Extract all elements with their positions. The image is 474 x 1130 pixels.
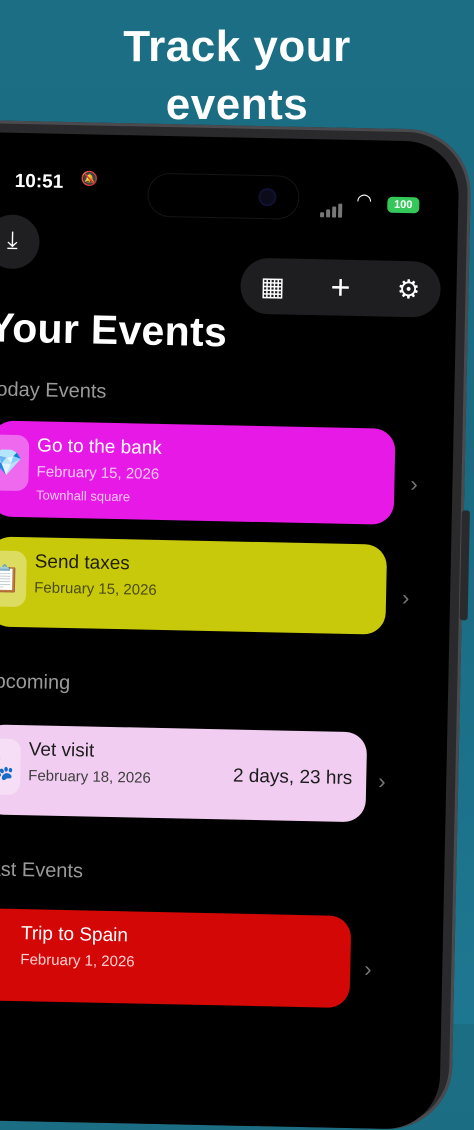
share-import-icon: ⤓ <box>6 226 19 254</box>
event-date: February 18, 2026 <box>28 767 151 787</box>
page-title: Your Events <box>0 304 228 356</box>
section-upcoming: Upcoming <box>0 670 71 695</box>
bell-muted-icon: 🔕 <box>80 170 99 187</box>
marketing-headline: Track your events <box>0 18 474 134</box>
status-time: 10:51 <box>14 170 64 193</box>
plus-icon[interactable]: + <box>320 267 361 308</box>
event-card[interactable]: 💎 Go to the bank February 15, 2026 Townh… <box>0 420 396 525</box>
event-date: February 15, 2026 <box>34 579 157 599</box>
event-title: Send taxes <box>34 551 131 575</box>
event-date: February 1, 2026 <box>20 951 135 971</box>
section-past: Past Events <box>0 858 84 883</box>
wifi-icon: ◠ <box>356 189 373 211</box>
top-toolbar: ▦ + ⚙ <box>239 257 442 318</box>
event-card[interactable]: Trip to Spain February 1, 2026 <box>0 908 352 1009</box>
section-today: Today Events <box>0 378 107 403</box>
battery-indicator: 100 <box>387 196 420 214</box>
signal-icon <box>320 199 344 218</box>
event-title: Trip to Spain <box>20 923 129 947</box>
gear-icon[interactable]: ⚙ <box>388 269 429 310</box>
headline-line-1: Track your <box>123 22 351 71</box>
phone-side-button <box>459 510 470 621</box>
event-card[interactable]: 🐾 Vet visit February 18, 2026 2 days, 23… <box>0 724 368 823</box>
event-location: Townhall square <box>35 487 131 505</box>
checklist-icon: 📋 <box>0 550 27 608</box>
chevron-right-icon: › <box>401 585 410 611</box>
chevron-right-icon: › <box>377 768 386 794</box>
pet-icon: 🐾 <box>0 738 22 796</box>
event-title: Go to the bank <box>36 435 163 459</box>
calendar-icon[interactable]: ▦ <box>252 266 293 307</box>
chevron-right-icon: › <box>410 471 419 497</box>
event-date: February 15, 2026 <box>36 463 160 483</box>
import-button[interactable]: ⤓ <box>0 214 40 270</box>
diamond-icon: 💎 <box>0 434 30 492</box>
phone-frame: 10:51 🔕 ◠ 100 ⤓ ▦ + ⚙ Your Events Today … <box>0 118 472 1130</box>
event-title: Vet visit <box>28 739 95 762</box>
chevron-right-icon: › <box>364 956 372 982</box>
phone-screen: 10:51 🔕 ◠ 100 ⤓ ▦ + ⚙ Your Events Today … <box>0 130 460 1130</box>
event-card[interactable]: 📋 Send taxes February 15, 2026 <box>0 536 388 635</box>
event-countdown: 2 days, 23 hrs <box>232 765 353 790</box>
